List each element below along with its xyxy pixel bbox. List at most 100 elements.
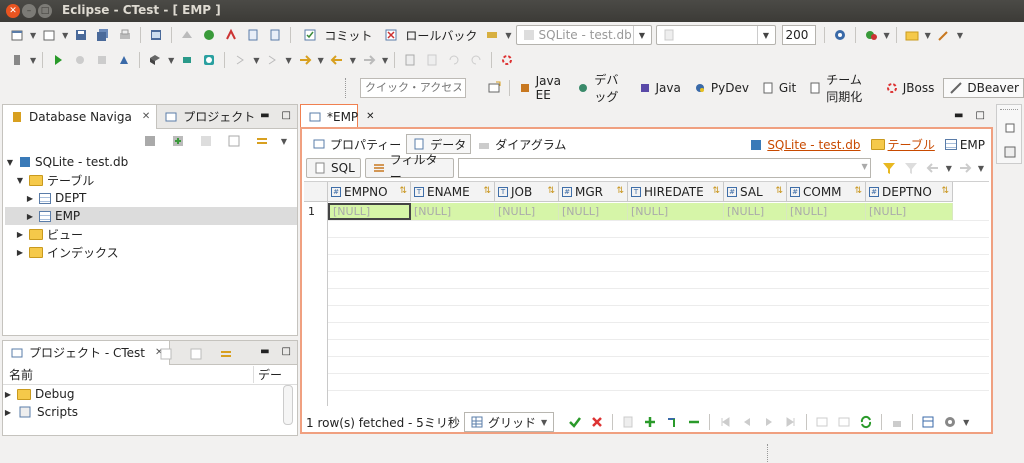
row-number[interactable]: 1 bbox=[304, 203, 328, 220]
tree-node-dept[interactable]: ▶ DEPT bbox=[5, 189, 297, 207]
sort-icon[interactable]: ⇅ bbox=[854, 186, 862, 196]
cancel-changes-icon[interactable] bbox=[589, 414, 605, 430]
cube-icon[interactable] bbox=[147, 52, 163, 68]
link-tables[interactable]: テーブル bbox=[888, 136, 935, 153]
terminate-icon[interactable] bbox=[94, 52, 110, 68]
table-row[interactable]: 1 [NULL] [NULL] [NULL] [NULL] [NULL] [NU… bbox=[304, 203, 953, 220]
run-icon[interactable] bbox=[50, 52, 66, 68]
redo-icon[interactable] bbox=[468, 52, 484, 68]
project-item-scripts[interactable]: ▶ Scripts bbox=[3, 403, 297, 421]
document-icon[interactable] bbox=[402, 52, 418, 68]
next-page-icon[interactable] bbox=[761, 414, 777, 430]
perspective-jboss[interactable]: JBoss bbox=[903, 81, 935, 95]
annotation-icon[interactable] bbox=[232, 52, 248, 68]
perspective-java[interactable]: Java bbox=[656, 81, 681, 95]
connection-selector[interactable]: SQLite - test.db ▼ bbox=[515, 25, 652, 45]
link-connection[interactable]: SQLite - test.db bbox=[767, 138, 860, 152]
forward-icon[interactable] bbox=[361, 52, 377, 68]
transaction-mode-icon[interactable] bbox=[484, 27, 500, 43]
minimize-window-button[interactable]: – bbox=[22, 4, 36, 18]
debug-run-icon[interactable] bbox=[863, 27, 879, 43]
maximize-editor-icon[interactable]: □ bbox=[975, 110, 984, 121]
column-header-hiredate[interactable]: T HIREDATE ⇅ bbox=[628, 182, 724, 202]
perspective-team-sync[interactable]: チーム同期化 bbox=[826, 71, 872, 105]
server-icon[interactable] bbox=[9, 52, 25, 68]
save-changes-icon[interactable] bbox=[567, 414, 583, 430]
stop-icon[interactable] bbox=[72, 52, 88, 68]
lock-icon[interactable] bbox=[889, 414, 905, 430]
sort-icon[interactable]: ⇅ bbox=[547, 186, 555, 196]
column-header-sal[interactable]: # SAL ⇅ bbox=[724, 182, 787, 202]
maximize-panel-icon[interactable]: □ bbox=[282, 110, 291, 121]
close-tab-icon[interactable]: ✕ bbox=[366, 111, 374, 122]
search-icon[interactable] bbox=[201, 52, 217, 68]
cell-mgr[interactable]: [NULL] bbox=[559, 203, 628, 220]
max-rows-field[interactable]: 200 bbox=[781, 25, 816, 45]
column-header-mgr[interactable]: # MGR ⇅ bbox=[559, 182, 628, 202]
sort-icon[interactable]: ⇅ bbox=[483, 186, 491, 196]
next-annotation-icon[interactable] bbox=[264, 52, 280, 68]
collapse-all-icon[interactable] bbox=[226, 133, 242, 149]
add-icon[interactable] bbox=[170, 133, 186, 149]
rollback-button[interactable]: ロールバック bbox=[376, 25, 481, 45]
minimize-panel-icon[interactable]: ▬ bbox=[260, 346, 269, 357]
disconnect-icon[interactable] bbox=[223, 27, 239, 43]
column-data[interactable]: デー bbox=[253, 366, 282, 383]
tab-project[interactable]: プロジェクト bbox=[157, 105, 261, 129]
column-header-job[interactable]: T JOB ⇅ bbox=[495, 182, 559, 202]
copy-row-icon[interactable] bbox=[664, 414, 680, 430]
save-all-icon[interactable] bbox=[95, 27, 111, 43]
tree-node-indexes[interactable]: ▶ インデックス bbox=[5, 243, 297, 261]
clear-filter-icon[interactable] bbox=[903, 160, 919, 176]
close-tab-icon[interactable]: ✕ bbox=[142, 111, 150, 122]
expand-icon[interactable] bbox=[188, 346, 204, 362]
sort-icon[interactable]: ⇅ bbox=[712, 186, 720, 196]
filter-icon[interactable] bbox=[881, 160, 897, 176]
filter-forward-icon[interactable] bbox=[957, 160, 973, 176]
editor-tab-emp[interactable]: *EMP ✕ bbox=[300, 104, 375, 128]
column-header-comm[interactable]: # COMM ⇅ bbox=[787, 182, 866, 202]
commit-button[interactable]: コミット bbox=[295, 25, 376, 45]
minimize-panel-icon[interactable]: ▬ bbox=[260, 110, 269, 121]
remove-icon[interactable] bbox=[198, 133, 214, 149]
sort-icon[interactable]: ⇅ bbox=[775, 186, 783, 196]
filter-button[interactable]: フィルター bbox=[364, 153, 455, 184]
sql-editor-icon[interactable] bbox=[245, 27, 261, 43]
view-mode-selector[interactable]: グリッド ▼ bbox=[464, 412, 555, 432]
new-connection-icon[interactable] bbox=[142, 133, 158, 149]
subtab-diagram[interactable]: ダイアグラム bbox=[471, 134, 571, 154]
first-page-icon[interactable] bbox=[717, 414, 733, 430]
cell-job[interactable]: [NULL] bbox=[495, 203, 559, 220]
previous-page-icon[interactable] bbox=[739, 414, 755, 430]
perspective-debug[interactable]: デバッグ bbox=[594, 71, 625, 105]
filter-back-icon[interactable] bbox=[925, 160, 941, 176]
publish-icon[interactable] bbox=[116, 52, 132, 68]
column-header-empno[interactable]: # EMPNO ⇅ bbox=[328, 182, 411, 202]
link-editor-icon[interactable] bbox=[254, 133, 270, 149]
perspective-dbeaver[interactable]: DBeaver bbox=[943, 78, 1024, 98]
cell-ename[interactable]: [NULL] bbox=[411, 203, 495, 220]
sort-icon[interactable]: ⇅ bbox=[941, 186, 949, 196]
maximize-window-button[interactable]: □ bbox=[38, 4, 52, 18]
fetch-all-icon[interactable] bbox=[836, 414, 852, 430]
quick-access-input[interactable] bbox=[360, 78, 466, 98]
tree-node-tables[interactable]: ▼ テーブル bbox=[5, 171, 297, 189]
perspective-pydev[interactable]: PyDev bbox=[711, 81, 749, 95]
sort-icon[interactable]: ⇅ bbox=[399, 186, 407, 196]
save-icon[interactable] bbox=[73, 27, 89, 43]
open-folder-icon[interactable] bbox=[904, 27, 920, 43]
panels-icon[interactable] bbox=[920, 414, 936, 430]
back-icon[interactable] bbox=[329, 52, 345, 68]
sql-button[interactable]: SQL bbox=[306, 158, 361, 178]
cell-comm[interactable]: [NULL] bbox=[787, 203, 866, 220]
project-item-debug[interactable]: ▶ Debug bbox=[3, 385, 297, 403]
perspective-java-ee[interactable]: Java EE bbox=[536, 74, 565, 102]
connect-icon[interactable] bbox=[179, 27, 195, 43]
settings-gear-icon[interactable] bbox=[942, 414, 958, 430]
collapse-icon[interactable] bbox=[158, 346, 174, 362]
sql-view-icon[interactable] bbox=[1002, 144, 1018, 160]
column-header-ename[interactable]: T ENAME ⇅ bbox=[411, 182, 495, 202]
copy-icon[interactable] bbox=[424, 52, 440, 68]
last-page-icon[interactable] bbox=[783, 414, 799, 430]
tree-node-emp[interactable]: ▶ EMP bbox=[5, 207, 297, 225]
